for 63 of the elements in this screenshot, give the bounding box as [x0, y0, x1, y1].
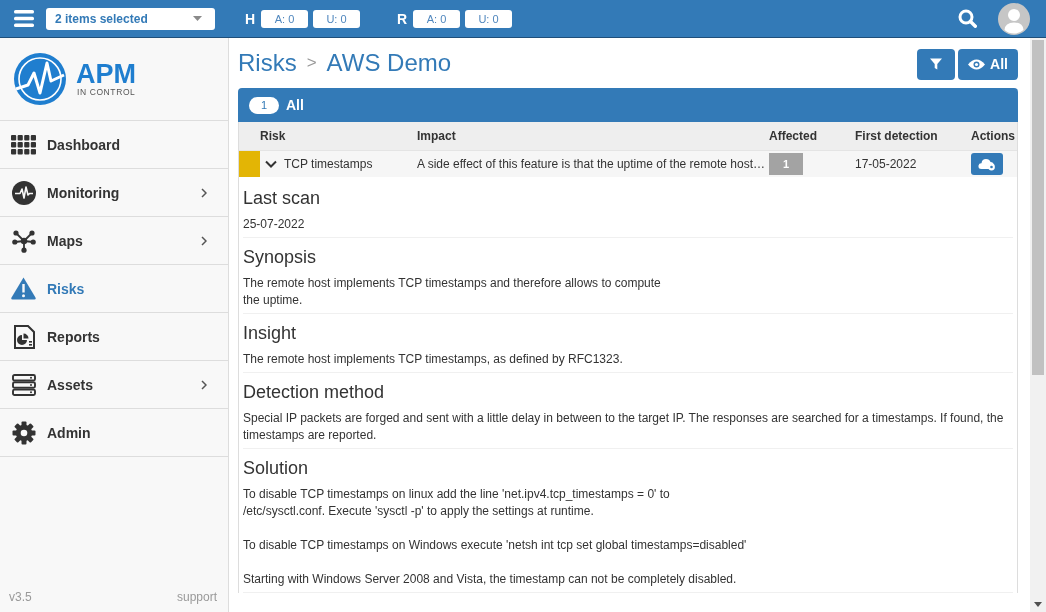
avatar-icon[interactable]	[998, 2, 1030, 35]
column-header[interactable]: Actions	[971, 129, 1017, 143]
scrollbar-thumb[interactable]	[1032, 40, 1044, 375]
nav-item[interactable]: Assets	[0, 361, 228, 409]
pulse-circle-icon	[11, 180, 36, 205]
count-badge[interactable]: A: 0	[261, 9, 308, 28]
table-cell-text: A side effect of this feature is that the uptime of the remote host…	[417, 157, 766, 171]
grid-icon	[11, 134, 36, 155]
server-icon	[11, 373, 36, 396]
chevron-down-icon[interactable]	[265, 158, 277, 170]
host-select[interactable]: 2 items selected	[46, 7, 215, 30]
nav-item[interactable]: Reports	[0, 313, 228, 361]
count-badge[interactable]: U: 0	[465, 9, 512, 28]
breadcrumb-separator: >	[306, 53, 317, 73]
all-tab[interactable]: 1 All	[249, 96, 304, 114]
view-all-button[interactable]: All	[958, 48, 1018, 80]
column-header[interactable]: Affected	[769, 129, 855, 143]
section-text: The remote host implements TCP timestamps, as defined by RFC1323.	[243, 351, 624, 368]
section-text: 25-07-2022	[243, 216, 306, 233]
counter-label: H	[245, 10, 257, 27]
table-row[interactable]: TCP timestamps A side effect of this feature is that the uptime of the remote host… 1 17-05-2022	[239, 151, 1017, 177]
logo-icon	[14, 53, 66, 105]
count-badge: 1	[249, 96, 279, 114]
column-header[interactable]: Risk	[260, 129, 417, 143]
section-heading: Last scan	[243, 187, 322, 210]
nav-item[interactable]: Risks	[0, 265, 228, 313]
section-heading: Solution	[243, 457, 310, 480]
section-heading: Detection method	[243, 381, 386, 404]
report-icon	[12, 324, 35, 349]
counter-label: R	[397, 10, 409, 27]
menu-icon[interactable]	[14, 10, 34, 27]
action-button[interactable]	[971, 153, 1003, 175]
nav-item[interactable]: Dashboard	[0, 121, 228, 169]
version-label: v3.5	[9, 590, 32, 604]
nav-item[interactable]: Monitoring	[0, 169, 228, 217]
logo-tagline: IN CONTROL	[77, 87, 136, 97]
section-text: Special IP packets are forged and sent with a little delay in between to the target IP. The responses are searched for a timestamps. If found, the timestamps are reported.	[243, 410, 1005, 444]
scrollbar[interactable]	[1030, 38, 1046, 612]
section-heading: Synopsis	[243, 246, 318, 269]
column-header[interactable]: First detection	[855, 129, 971, 143]
logo-name: APM	[76, 61, 136, 87]
eye-icon	[968, 58, 986, 70]
filter-button[interactable]	[917, 48, 955, 80]
section-text: To disable TCP timestamps on linux add the line 'net.ipv4.tcp_timestamps = 0' to /etc/sysctl.conf. Execute 'sysctl -p' to apply the settings at runtime. To disable TCP timestamps on Windows execute 'netsh int tcp set global timestamps=disabled' Starting with Windows Server 2008 and Vista, the timestamp can not be completely disabled.	[243, 486, 748, 588]
cloud-gear-icon	[978, 157, 996, 171]
warning-icon	[11, 277, 36, 300]
nav-item[interactable]: Admin	[0, 409, 228, 457]
page-title: AWS Demo	[326, 49, 452, 77]
section-heading: Insight	[243, 322, 298, 345]
count-badge: 1	[769, 153, 803, 175]
column-header[interactable]: Impact	[417, 129, 769, 143]
breadcrumb-link[interactable]: Risks	[238, 49, 297, 77]
nav-item[interactable]: Maps	[0, 217, 228, 265]
section-text: The remote host implements TCP timestamps and therefore allows to compute the uptime.	[243, 275, 662, 309]
network-icon	[11, 228, 36, 253]
count-badge[interactable]: A: 0	[413, 9, 460, 28]
filter-icon	[930, 58, 942, 70]
caret-icon	[193, 16, 202, 21]
table-cell-text: 17-05-2022	[855, 157, 918, 171]
table-cell: TCP timestamps	[284, 157, 373, 171]
scroll-down-icon[interactable]	[1034, 602, 1042, 607]
count-badge[interactable]: U: 0	[313, 9, 360, 28]
search-icon[interactable]	[958, 9, 977, 28]
